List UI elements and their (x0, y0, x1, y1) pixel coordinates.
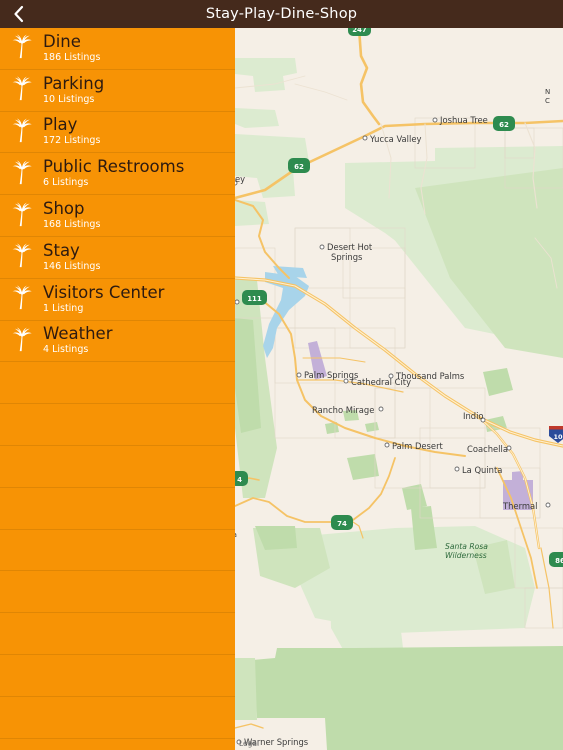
sidebar-empty-row (0, 362, 235, 405)
sidebar-item-label: Stay (43, 240, 80, 260)
highway-shield-247: 247 (348, 28, 371, 36)
svg-text:4: 4 (237, 476, 242, 484)
map-label: Joshua Tree (439, 115, 488, 125)
category-sidebar[interactable]: Dine 186 Listings Parking 10 Listings Pl… (0, 28, 235, 750)
svg-text:62: 62 (294, 163, 304, 171)
sidebar-item-count: 186 Listings (43, 51, 101, 63)
sidebar-item-weather[interactable]: Weather 4 Listings (0, 321, 235, 363)
map-park-label: Wilderness (445, 551, 487, 560)
svg-text:10: 10 (553, 433, 563, 441)
palm-tree-icon (5, 240, 39, 274)
map-label: Springs (331, 252, 362, 262)
sidebar-item-label: Public Restrooms (43, 157, 185, 177)
map-canvas[interactable]: Joshua Tree Yucca Valley go Valley Deser… (235, 28, 563, 750)
map-legal-link[interactable]: Legal (239, 739, 259, 748)
highway-shield-62-east: 62 (493, 116, 515, 131)
palm-tree-icon (5, 199, 39, 233)
sidebar-item-label: Play (43, 115, 78, 135)
palm-tree-icon (5, 324, 39, 358)
sidebar-item-stay[interactable]: Stay 146 Listings (0, 237, 235, 279)
palm-tree-icon (5, 115, 39, 149)
sidebar-item-text: Shop 168 Listings (43, 200, 100, 231)
sidebar-item-text: Play 172 Listings (43, 116, 100, 147)
back-button[interactable] (6, 0, 32, 28)
page-title: Stay-Play-Dine-Shop (205, 6, 358, 22)
highway-shield-4: 4 (235, 471, 248, 486)
sidebar-item-count: 1 Listing (43, 302, 84, 314)
sidebar-item-text: Public Restrooms 6 Listings (43, 158, 184, 189)
map-label: Yucca Valley (369, 134, 421, 144)
highway-shield-111: 111 (242, 290, 267, 305)
sidebar-empty-row (0, 446, 235, 488)
sidebar-item-label: Shop (43, 199, 85, 219)
sidebar-item-label: Visitors Center (43, 282, 165, 302)
svg-text:247: 247 (352, 28, 367, 34)
app-root: Stay-Play-Dine-Shop Dine 186 Listings Pa… (0, 0, 563, 750)
highway-shield-74: 74 (331, 515, 353, 530)
highway-shield-62-west: 62 (288, 158, 310, 173)
palm-tree-icon (5, 31, 39, 65)
map-label: Thermal (502, 501, 538, 511)
map-label: go Valley (235, 174, 245, 184)
map-label: Rancho Mirage (312, 405, 374, 415)
sidebar-item-text: Parking 10 Listings (43, 73, 105, 106)
sidebar-item-count: 10 Listings (43, 93, 95, 105)
sidebar-item-text: Visitors Center 1 Listing (43, 282, 165, 315)
svg-text:62: 62 (499, 121, 509, 129)
sidebar-empty-row (0, 404, 235, 446)
sidebar-item-count: 6 Listings (43, 177, 89, 189)
map-label: Indio (463, 411, 484, 421)
map-label: C (545, 97, 550, 105)
sidebar-empty-row (0, 697, 235, 739)
highway-shield-86: 86 (549, 552, 563, 567)
palm-tree-icon (5, 157, 39, 191)
svg-text:74: 74 (337, 520, 347, 528)
sidebar-item-visitors-center[interactable]: Visitors Center 1 Listing (0, 279, 235, 321)
sidebar-item-count: 172 Listings (43, 135, 101, 147)
palm-tree-icon (5, 282, 39, 316)
sidebar-item-label: Dine (43, 31, 81, 51)
map-label: za (235, 531, 237, 539)
sidebar-item-play[interactable]: Play 172 Listings (0, 112, 235, 154)
map-label: Cathedral City (351, 377, 411, 387)
sidebar-item-label: Weather (43, 324, 113, 344)
sidebar-item-parking[interactable]: Parking 10 Listings (0, 70, 235, 112)
map-label: Palm Desert (392, 441, 444, 451)
map-label: Coachella (467, 444, 508, 454)
map-label: Desert Hot (327, 242, 373, 252)
palm-tree-icon (5, 73, 39, 107)
svg-text:86: 86 (555, 557, 563, 565)
sidebar-item-dine[interactable]: Dine 186 Listings (0, 28, 235, 70)
chevron-left-icon (13, 5, 25, 23)
sidebar-item-text: Weather 4 Listings (43, 325, 112, 356)
sidebar-empty-row (0, 655, 235, 697)
map-view[interactable]: Joshua Tree Yucca Valley go Valley Deser… (235, 28, 563, 750)
sidebar-item-count: 4 Listings (43, 344, 89, 356)
sidebar-empty-row (0, 530, 235, 572)
sidebar-empty-row (0, 488, 235, 530)
sidebar-item-count: 146 Listings (43, 260, 101, 272)
sidebar-item-text: Stay 146 Listings (43, 240, 101, 273)
svg-text:111: 111 (247, 295, 262, 303)
map-label: N (545, 88, 550, 96)
map-label: La Quinta (462, 465, 502, 475)
title-bar: Stay-Play-Dine-Shop (0, 0, 563, 28)
sidebar-item-public-restrooms[interactable]: Public Restrooms 6 Listings (0, 153, 235, 196)
sidebar-item-text: Dine 186 Listings (43, 31, 101, 64)
map-park-label: Santa Rosa (445, 542, 488, 551)
sidebar-item-label: Parking (43, 73, 105, 93)
sidebar-empty-row (0, 613, 235, 655)
sidebar-item-shop[interactable]: Shop 168 Listings (0, 195, 235, 237)
sidebar-item-count: 168 Listings (43, 219, 101, 231)
sidebar-empty-row (0, 571, 235, 614)
